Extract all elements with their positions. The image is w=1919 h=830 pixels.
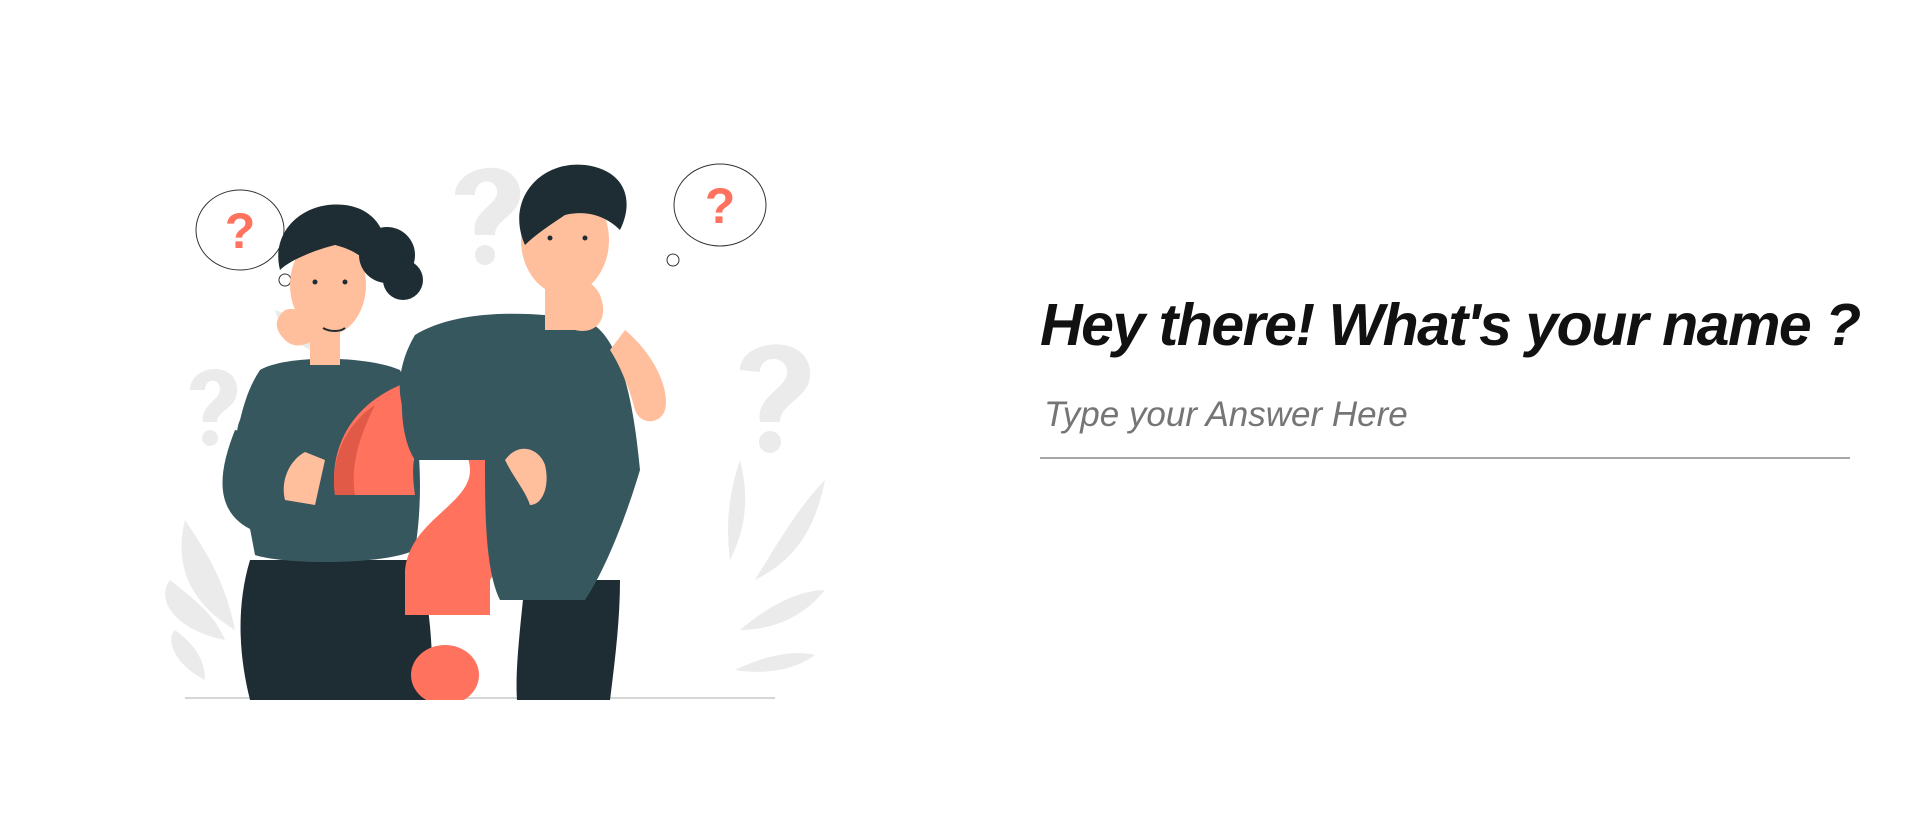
answer-input[interactable]	[1040, 390, 1850, 459]
thought-bubble-icon: ?	[195, 189, 292, 287]
page: ? ? Hey there! What's your name ? Type y…	[0, 0, 1919, 830]
thinking-people-illustration: ? ?	[165, 160, 825, 700]
question-heading: Hey there! What's your name ?	[1040, 292, 1861, 358]
illustration-svg: ? ?	[165, 163, 825, 700]
question-form: Hey there! What's your name ?	[1040, 290, 1861, 459]
thinking-man	[399, 164, 666, 700]
svg-text:?: ?	[225, 203, 256, 259]
thought-bubble-icon: ?	[666, 163, 767, 267]
svg-text:?: ?	[705, 178, 736, 234]
